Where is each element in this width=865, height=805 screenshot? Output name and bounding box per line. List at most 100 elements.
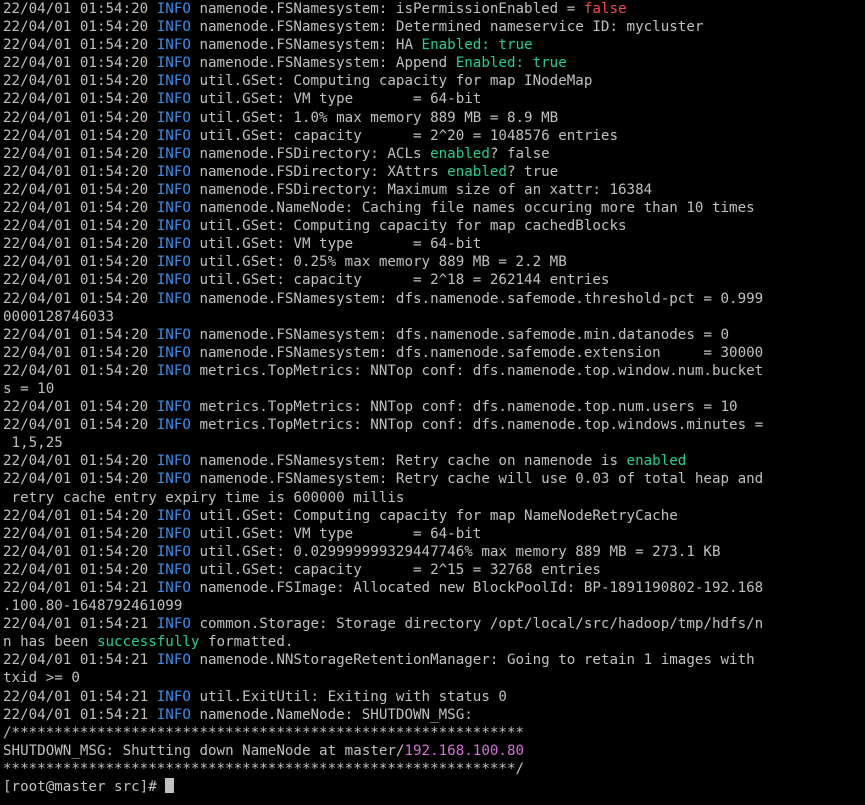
log-line: 22/04/01 01:54:21 INFO namenode.NameNode… (3, 706, 865, 724)
log-text: 22/04/01 01:54:20 (3, 218, 157, 235)
log-text: 22/04/01 01:54:20 (3, 109, 157, 126)
log-level: INFO (156, 127, 191, 144)
log-text: util.GSet: 0.25% max memory 889 MB = 2.2… (190, 254, 567, 271)
log-text: namenode.FSNamesystem: dfs.namenode.safe… (190, 344, 764, 361)
log-text: 22/04/01 01:54:20 (3, 399, 157, 416)
log-level: INFO (156, 525, 191, 542)
log-line: 22/04/01 01:54:20 INFO util.GSet: 0.0299… (3, 543, 865, 561)
log-text: ****************************************… (3, 760, 525, 777)
log-level: INFO (156, 145, 191, 162)
log-text: n has been (3, 634, 97, 651)
log-text: formatted. (199, 634, 294, 651)
log-text: 22/04/01 01:54:20 (3, 362, 157, 379)
log-line: 22/04/01 01:54:20 INFO namenode.FSNamesy… (3, 18, 865, 36)
log-level: INFO (156, 580, 191, 596)
log-level: INFO (156, 344, 191, 361)
log-text: namenode.FSDirectory: ACLs (190, 145, 431, 162)
log-line: retry cache entry expiry time is 600000 … (3, 489, 865, 507)
log-level: INFO (156, 109, 191, 126)
log-text: util.GSet: capacity = 2^15 = 32768 entri… (190, 561, 601, 578)
log-text: 22/04/01 01:54:21 (3, 616, 157, 633)
log-text: util.GSet: 1.0% max memory 889 MB = 8.9 … (190, 109, 559, 126)
log-text: util.GSet: Computing capacity for map ca… (190, 218, 627, 235)
log-text: common.Storage: Storage directory /opt/l… (190, 616, 764, 633)
log-text: 22/04/01 01:54:20 (3, 507, 157, 524)
log-text: namenode.FSNamesystem: Retry cache will … (190, 471, 764, 488)
log-text: namenode.FSNamesystem: dfs.namenode.safe… (190, 326, 730, 343)
log-level: INFO (156, 507, 191, 524)
log-text: namenode.NNStorageRetentionManager: Goin… (190, 652, 755, 669)
log-line: 22/04/01 01:54:20 INFO namenode.FSDirect… (3, 145, 865, 163)
log-level: INFO (156, 73, 191, 90)
log-text: util.GSet: 0.029999999329447746% max mem… (190, 543, 721, 560)
log-line: 22/04/01 01:54:20 INFO metrics.TopMetric… (3, 398, 865, 416)
log-line: 22/04/01 01:54:20 INFO metrics.TopMetric… (3, 416, 865, 434)
log-level: INFO (156, 272, 191, 289)
log-text: namenode.FSNamesystem: Determined namese… (190, 19, 704, 36)
log-line: 22/04/01 01:54:20 INFO util.GSet: VM typ… (3, 525, 865, 543)
log-line: SHUTDOWN_MSG: Shutting down NameNode at … (3, 742, 865, 760)
log-text: SHUTDOWN_MSG: Shutting down NameNode at … (3, 742, 405, 759)
terminal-output: 22/04/01 01:54:20 INFO namenode.FSNamesy… (3, 0, 865, 778)
log-line: ****************************************… (3, 760, 865, 778)
log-line: 22/04/01 01:54:21 INFO namenode.FSImage:… (3, 579, 865, 597)
log-text: namenode.FSNamesystem: isPermissionEnabl… (190, 1, 584, 17)
log-text: 22/04/01 01:54:21 (3, 688, 157, 705)
log-level: INFO (156, 706, 191, 723)
log-level: INFO (156, 616, 191, 633)
log-text: namenode.NameNode: SHUTDOWN_MSG: (190, 706, 473, 723)
log-text: 22/04/01 01:54:20 (3, 73, 157, 90)
log-text: 22/04/01 01:54:20 (3, 525, 157, 542)
log-line: 22/04/01 01:54:20 INFO namenode.FSNamesy… (3, 470, 865, 488)
log-line: 22/04/01 01:54:20 INFO namenode.FSNamesy… (3, 290, 865, 308)
log-text: namenode.FSImage: Allocated new BlockPoo… (190, 580, 764, 596)
log-text: namenode.FSNamesystem: HA (190, 37, 422, 54)
log-level: INFO (156, 326, 191, 343)
log-line: 22/04/01 01:54:20 INFO util.GSet: Comput… (3, 72, 865, 90)
log-line: /***************************************… (3, 724, 865, 742)
terminal-window[interactable]: 22/04/01 01:54:20 INFO namenode.FSNamesy… (0, 0, 865, 805)
log-text: 22/04/01 01:54:20 (3, 127, 157, 144)
log-text: 0000128746033 (3, 308, 115, 325)
log-line: n has been successfully formatted. (3, 633, 865, 651)
highlight-text: Enabled: true (455, 55, 567, 72)
log-text: 22/04/01 01:54:20 (3, 236, 157, 253)
log-level: INFO (156, 200, 191, 217)
log-text: 22/04/01 01:54:20 (3, 272, 157, 289)
log-text: ? false (489, 145, 550, 162)
log-level: INFO (156, 543, 191, 560)
highlight-text: enabled (447, 163, 507, 180)
log-text: ? true (506, 163, 559, 180)
text-cursor (165, 778, 175, 794)
log-level: INFO (156, 181, 191, 198)
log-text: 22/04/01 01:54:21 (3, 706, 157, 723)
log-text: retry cache entry expiry time is 600000 … (3, 489, 405, 506)
log-line: 22/04/01 01:54:20 INFO namenode.FSNamesy… (3, 54, 865, 72)
log-level: INFO (156, 399, 191, 416)
log-text: util.ExitUtil: Exiting with status 0 (190, 688, 507, 705)
log-text: 22/04/01 01:54:20 (3, 55, 157, 72)
log-text: util.GSet: capacity = 2^18 = 262144 entr… (190, 272, 610, 289)
log-text: namenode.FSNamesystem: dfs.namenode.safe… (190, 290, 764, 307)
log-level: INFO (156, 362, 191, 379)
log-text: 22/04/01 01:54:20 (3, 91, 157, 108)
log-text: 22/04/01 01:54:20 (3, 145, 157, 162)
shell-prompt-line[interactable]: [root@master src]# (3, 778, 865, 796)
log-level: INFO (156, 561, 191, 578)
log-text: namenode.FSNamesystem: Retry cache on na… (190, 453, 627, 470)
highlight-text: successfully (96, 634, 200, 651)
shell-prompt: [root@master src]# (3, 779, 166, 796)
log-line: 22/04/01 01:54:20 INFO namenode.FSDirect… (3, 163, 865, 181)
log-level: INFO (156, 471, 191, 488)
log-line: 22/04/01 01:54:21 INFO util.ExitUtil: Ex… (3, 688, 865, 706)
ip-address: 192.168.100.80 (404, 742, 525, 759)
log-text: 22/04/01 01:54:20 (3, 417, 157, 434)
log-level: INFO (156, 236, 191, 253)
log-text: /***************************************… (3, 724, 525, 741)
log-text: metrics.TopMetrics: NNTop conf: dfs.name… (190, 417, 764, 434)
log-line: txid >= 0 (3, 669, 865, 687)
log-text: 22/04/01 01:54:20 (3, 163, 157, 180)
log-text: 22/04/01 01:54:20 (3, 19, 157, 36)
log-level: INFO (156, 652, 191, 669)
log-line: 0000128746033 (3, 308, 865, 326)
